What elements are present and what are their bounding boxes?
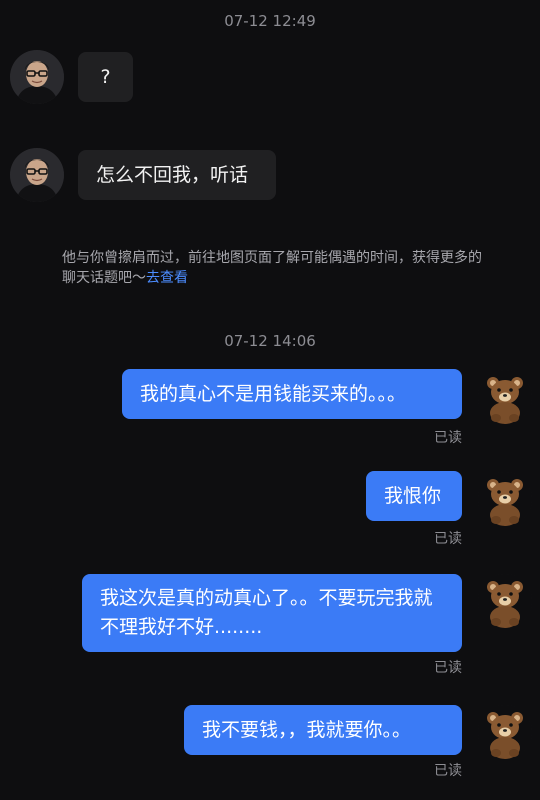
outgoing-message-text: 我这次是真的动真心了。。不要玩完我就不理我好不好........ <box>100 587 433 638</box>
teddy-bear-avatar-icon[interactable] <box>478 574 532 628</box>
incoming-message-bubble[interactable]: 怎么不回我，听话 <box>78 150 276 200</box>
encounter-notice-text: 他与你曾擦肩而过，前往地图页面了解可能偶遇的时间，获得更多的聊天话题吧～ <box>62 250 482 286</box>
read-receipt: 已读 <box>434 531 462 547</box>
outgoing-message-bubble[interactable]: 我的真心不是用钱能买来的。。。 <box>122 369 462 419</box>
incoming-message-bubble[interactable]: ? <box>78 52 133 102</box>
contact-avatar-icon[interactable] <box>10 148 64 202</box>
teddy-bear-avatar-icon[interactable] <box>478 705 532 759</box>
outgoing-message-bubble[interactable]: 我这次是真的动真心了。。不要玩完我就不理我好不好........ <box>82 574 462 652</box>
outgoing-message-bubble[interactable]: 我不要钱，，我就要你。。 <box>184 705 462 755</box>
outgoing-message-text: 我不要钱，，我就要你。。 <box>202 719 412 741</box>
outgoing-message-text: 我的真心不是用钱能买来的。。。 <box>140 383 407 405</box>
read-receipt: 已读 <box>434 660 462 676</box>
contact-avatar-icon[interactable] <box>10 50 64 104</box>
incoming-message-text: 怎么不回我，听话 <box>96 164 249 186</box>
read-receipt: 已读 <box>434 763 462 779</box>
timestamp: 07-12 14:06 <box>224 332 316 350</box>
incoming-message-text: ? <box>100 66 111 88</box>
teddy-bear-avatar-icon[interactable] <box>478 370 532 424</box>
encounter-notice: 他与你曾擦肩而过，前往地图页面了解可能偶遇的时间，获得更多的聊天话题吧～去查看 <box>62 248 482 288</box>
outgoing-message-text: 我恨你 <box>384 485 442 507</box>
view-map-link[interactable]: 去查看 <box>146 270 188 286</box>
outgoing-message-bubble[interactable]: 我恨你 <box>366 471 462 521</box>
timestamp: 07-12 12:49 <box>224 12 316 30</box>
read-receipt: 已读 <box>434 430 462 446</box>
teddy-bear-avatar-icon[interactable] <box>478 472 532 526</box>
